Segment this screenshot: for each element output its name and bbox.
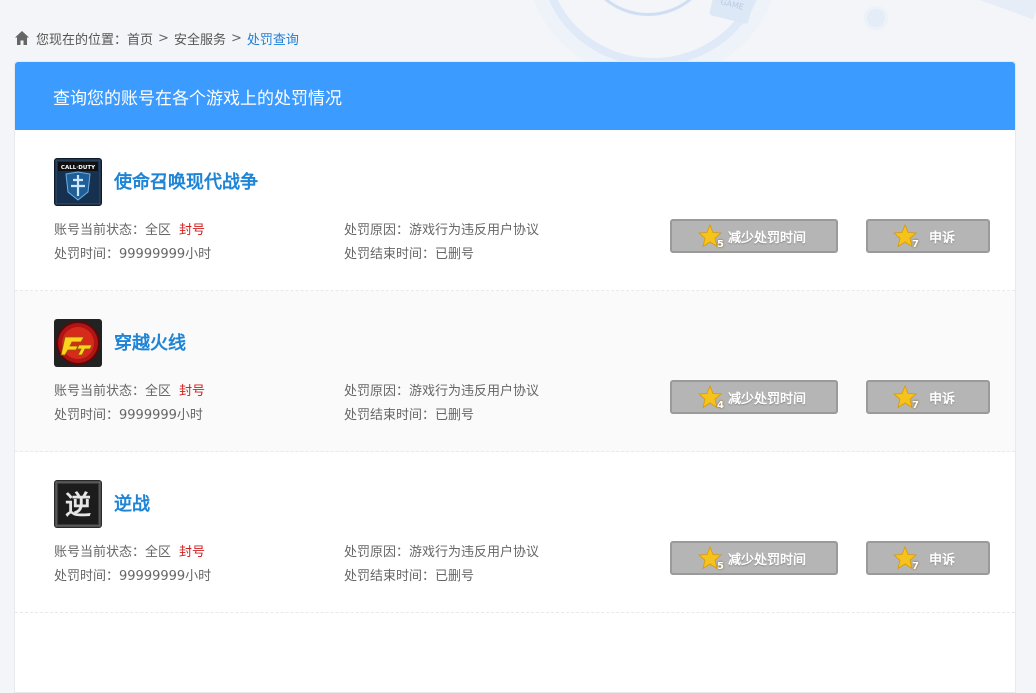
appeal-button[interactable]: 7 申诉 xyxy=(866,541,990,575)
nizhan-logo-icon: 逆 xyxy=(54,480,102,528)
status-line: 账号当前状态：全区 封号 xyxy=(54,541,211,565)
game-title[interactable]: 逆战 xyxy=(114,490,150,516)
star-count: 7 xyxy=(912,561,919,572)
star-count: 7 xyxy=(912,239,919,250)
game-row-call-of-duty: CALL·DUTY 使命召唤现代战争 账号当前状态：全区 封号 处罚时间：9999… xyxy=(15,130,1015,291)
star-icon: 7 xyxy=(893,545,919,572)
penalty-end-time: 处罚结束时间：已删号 xyxy=(344,408,475,423)
reduce-penalty-button[interactable]: 4 减少处罚时间 xyxy=(670,380,838,414)
star-icon: 4 xyxy=(698,384,724,411)
decorative-ring-inner xyxy=(580,0,716,16)
appeal-label: 申诉 xyxy=(929,230,956,246)
penalty-end-time: 处罚结束时间：已删号 xyxy=(344,569,475,584)
status-label: 账号当前状态：全区 xyxy=(54,223,172,238)
penalty-time: 处罚时间：99999999小时 xyxy=(54,569,212,584)
breadcrumb-separator: > xyxy=(158,30,169,46)
decorative-bubble xyxy=(864,6,888,30)
penalty-time: 处罚时间：99999999小时 xyxy=(54,247,212,262)
breadcrumb-section-link[interactable]: 安全服务 xyxy=(174,29,226,48)
decorative-game-card: GAME xyxy=(708,0,756,25)
star-icon: 7 xyxy=(893,384,919,411)
breadcrumb-home-link[interactable]: 首页 xyxy=(127,29,153,48)
breadcrumb: 您现在的位置： 首页 > 安全服务 > 处罚查询 xyxy=(14,28,299,48)
status-label: 账号当前状态：全区 xyxy=(54,384,172,399)
status-label: 账号当前状态：全区 xyxy=(54,545,172,560)
status-info: 账号当前状态：全区 封号 处罚时间：99999999小时 xyxy=(54,219,211,267)
appeal-button[interactable]: 7 申诉 xyxy=(866,219,990,253)
ban-status-badge: 封号 xyxy=(179,223,206,238)
reason-info: 处罚原因：游戏行为违反用户协议 处罚结束时间：已删号 xyxy=(344,380,539,428)
panel-header: 查询您的账号在各个游戏上的处罚情况 xyxy=(15,62,1015,130)
status-info: 账号当前状态：全区 封号 处罚时间：99999999小时 xyxy=(54,541,211,589)
home-icon xyxy=(14,30,30,46)
crossfire-logo-icon xyxy=(54,319,102,367)
reason-info: 处罚原因：游戏行为违反用户协议 处罚结束时间：已删号 xyxy=(344,541,539,589)
reduce-penalty-label: 减少处罚时间 xyxy=(728,552,807,568)
breadcrumb-prefix: 您现在的位置： xyxy=(36,32,128,48)
game-title[interactable]: 穿越火线 xyxy=(114,329,186,355)
star-count: 5 xyxy=(717,239,724,250)
ban-status-badge: 封号 xyxy=(179,384,206,399)
appeal-button[interactable]: 7 申诉 xyxy=(866,380,990,414)
ban-status-badge: 封号 xyxy=(179,545,206,560)
appeal-label: 申诉 xyxy=(929,552,956,568)
decorative-ring xyxy=(540,0,766,66)
game-row-crossfire: 穿越火线 账号当前状态：全区 封号 处罚时间：9999999小时 处罚原因：游戏行… xyxy=(15,291,1015,452)
nizhan-logo-text: 逆 xyxy=(65,490,91,521)
star-icon: 7 xyxy=(893,223,919,250)
status-line: 账号当前状态：全区 封号 xyxy=(54,219,211,243)
star-count: 7 xyxy=(912,400,919,411)
breadcrumb-separator: > xyxy=(230,30,242,46)
star-icon: 5 xyxy=(698,545,724,572)
star-icon: 5 xyxy=(698,223,724,250)
game-row-nizhan: 逆 逆战 账号当前状态：全区 封号 处罚时间：99999999小时 处罚原因：游戏… xyxy=(15,452,1015,613)
breadcrumb-current: 处罚查询 xyxy=(246,32,299,48)
reason-info: 处罚原因：游戏行为违反用户协议 处罚结束时间：已删号 xyxy=(344,219,539,267)
star-count: 4 xyxy=(717,400,724,411)
panel-title: 查询您的账号在各个游戏上的处罚情况 xyxy=(53,88,342,109)
penalty-reason: 处罚原因：游戏行为违反用户协议 xyxy=(344,384,540,399)
appeal-label: 申诉 xyxy=(929,391,956,407)
decorative-corner xyxy=(976,0,1036,20)
penalty-reason: 处罚原因：游戏行为违反用户协议 xyxy=(344,223,540,238)
call-of-duty-logo-text: CALL·DUTY xyxy=(61,165,96,171)
penalty-end-time: 处罚结束时间：已删号 xyxy=(344,247,475,262)
game-title[interactable]: 使命召唤现代战争 xyxy=(114,168,258,194)
reduce-penalty-label: 减少处罚时间 xyxy=(728,391,807,407)
reduce-penalty-button[interactable]: 5 减少处罚时间 xyxy=(670,219,838,253)
status-line: 账号当前状态：全区 封号 xyxy=(54,380,205,404)
call-of-duty-logo-icon: CALL·DUTY xyxy=(54,158,102,206)
star-count: 5 xyxy=(717,561,724,572)
status-info: 账号当前状态：全区 封号 处罚时间：9999999小时 xyxy=(54,380,205,428)
penalty-panel: 查询您的账号在各个游戏上的处罚情况 CALL·DUTY 使命召唤现代战争 账号当… xyxy=(14,61,1016,693)
reduce-penalty-label: 减少处罚时间 xyxy=(728,230,807,246)
reduce-penalty-button[interactable]: 5 减少处罚时间 xyxy=(670,541,838,575)
penalty-reason: 处罚原因：游戏行为违反用户协议 xyxy=(344,545,540,560)
penalty-time: 处罚时间：9999999小时 xyxy=(54,408,203,423)
